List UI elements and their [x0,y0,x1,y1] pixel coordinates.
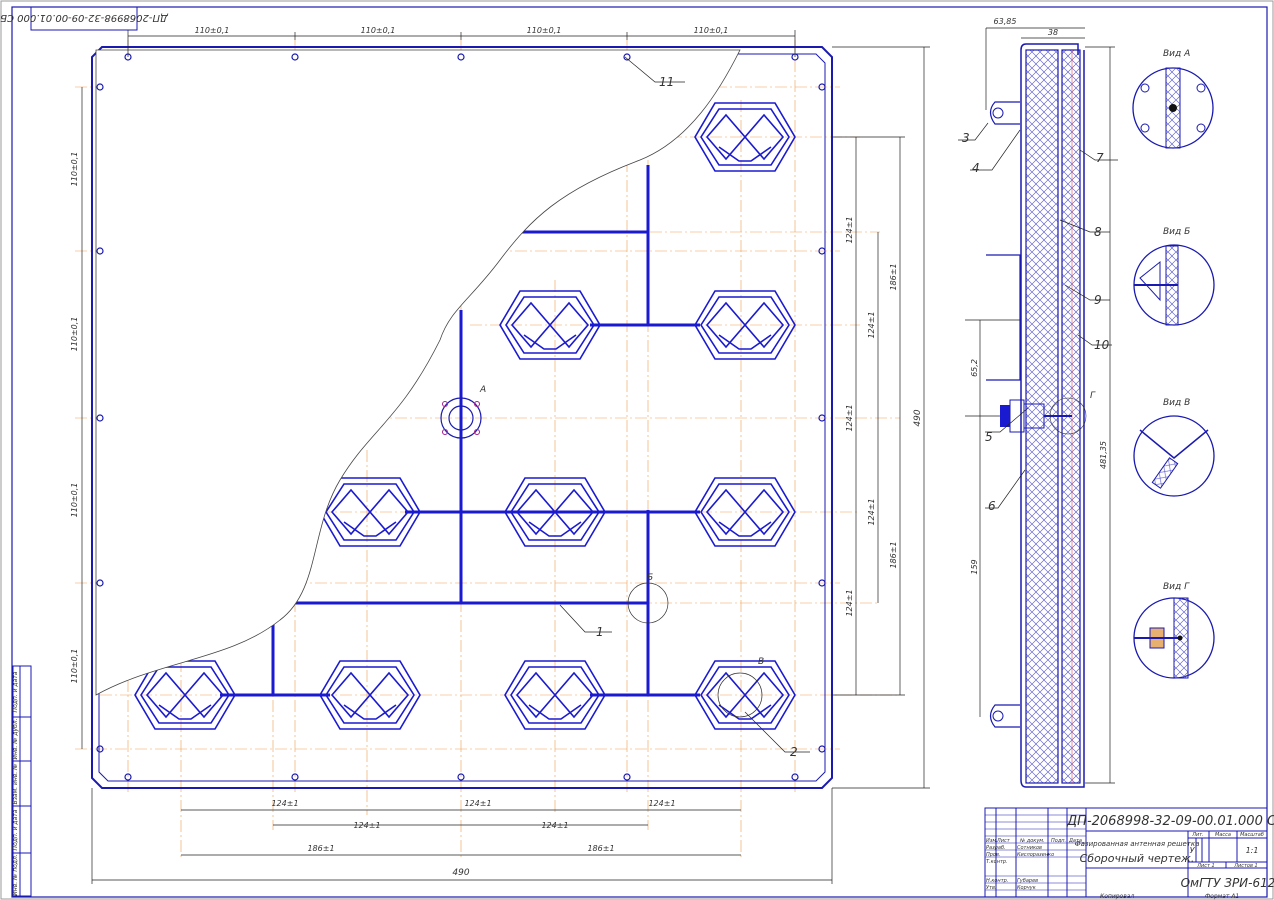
strip-sign-date-2: Подп. и дата [12,671,19,712]
tb-name-5: Корчук [1017,885,1036,891]
callout-7: 7 [1096,151,1104,165]
cover-sheet-cutaway [95,49,741,696]
callout-5: 5 [985,430,993,444]
detail-view-g: Вид Г [1133,582,1215,679]
strip-inv-dubl: Инв. № дубл. [12,718,19,759]
tb-copied: Копировал [1100,893,1134,900]
tb-doc-type: Сборочный чертеж. [1080,852,1195,865]
dim-top-110-4: 110±0,1 [694,26,729,35]
dim-bottom-124-4: 124±1 [353,821,380,830]
callout-9: 9 [1094,293,1102,307]
rotated-stamp: ДП-2068998-32-09-00.01.000 СБ [0,6,169,31]
tb-name-2: Кислоразенко [1017,852,1054,858]
callout-11: 11 [659,75,674,89]
tb-format: Формат А1 [1205,893,1239,900]
tb-hdr-scale: Масштаб [1240,832,1264,838]
tb-col-list: Лист [996,838,1011,844]
tb-role-4: Н.контр. [986,878,1008,884]
dim-left-110-3: 110±0,1 [70,483,79,518]
detail-view-a: Вид А [1132,49,1214,149]
title-block-text: ДП-2068998-32-09-00.01.000 СБ Фазированн… [986,814,1274,891]
callout-6: 6 [988,499,996,513]
strip-vzam: Взам. инв. № [12,764,19,805]
tb-hdr-mass: Масса [1215,832,1231,838]
dim-bottom-124-5: 124±1 [541,821,568,830]
callout-1: 1 [596,625,604,639]
dim-bottom-124-1: 124±1 [271,799,298,808]
tb-col-doc: № докум. [1019,838,1045,844]
dim-height-side: 481,35 [1099,441,1108,469]
dim-left-110-1: 110±0,1 [70,152,79,187]
dim-right-124-1: 124±1 [845,216,854,243]
dim-depth-body: 38 [1048,28,1058,37]
dim-bottom-490: 490 [452,868,469,878]
letter-v: В [758,657,764,667]
tb-name: Фазированная антенная решетка [1075,840,1200,848]
dim-top-110-2: 110±0,1 [361,26,396,35]
side-view: Г 63,85 38 481,35 65,2 159 3 4 5 6 7 8 9… [958,17,1118,788]
view-b-label: Вид Б [1163,227,1190,237]
dim-bottom-186-1: 186±1 [307,844,334,853]
dim-right-124-2: 124±1 [867,311,876,338]
tb-col-sign: Подп. [1051,838,1066,844]
tb-hdr-lit: Лит. [1191,832,1204,838]
dim-bottom-124-3: 124±1 [648,799,675,808]
left-strip: Инв. № подл. Подп. и дата Взам. инв. № И… [12,665,32,897]
letter-a: А [479,385,486,395]
dim-right-124-5: 124±1 [845,589,854,616]
tb-org: ОмГТУ ЗРИ-612 [1181,876,1274,890]
tb-designation: ДП-2068998-32-09-00.01.000 СБ [1066,814,1274,829]
tb-col-date: Дата [1068,838,1082,844]
dim-bottom-124-2: 124±1 [464,799,491,808]
dim-left-110-4: 110±0,1 [70,649,79,684]
dim-offset-65: 65,2 [970,359,979,377]
view-v-label: Вид В [1163,398,1190,408]
tb-role-3: Т.контр. [986,859,1008,865]
detail-view-b: Вид Б [1133,227,1215,326]
front-view: А Б В 1 2 11 110±0,1 110±0,1 110±0,1 110… [70,26,930,884]
tb-sheets: Листов 1 [1233,863,1257,869]
callout-8: 8 [1094,225,1102,239]
tb-role-5: Утв. [986,885,997,891]
callout-10: 10 [1094,338,1110,352]
callout-3: 3 [962,131,970,145]
tb-name-1: Сотников [1017,845,1042,851]
strip-inv-podl: Инв. № подл. [12,854,19,895]
dim-right-490: 490 [913,409,923,426]
dim-depth-total: 63,85 [994,17,1017,26]
tb-name-4: Губарев [1017,878,1038,884]
letter-b: Б [647,573,653,583]
tb-sheet: Лист 1 [1196,863,1214,869]
callout-2: 2 [790,745,798,759]
dim-right-186-2: 186±1 [889,541,898,568]
dim-right-124-3: 124±1 [845,404,854,431]
rotated-stamp-text: ДП-2068998-32-09-00.01.000 СБ [0,12,169,23]
tb-role-2: Пров. [986,852,1001,858]
tb-scale: 1:1 [1246,846,1259,855]
dim-bottom-186-2: 186±1 [587,844,614,853]
strip-sign-date: Подп. и дата [12,809,19,850]
tb-col-izm: Изм. [986,838,998,844]
dim-right-186-1: 186±1 [889,263,898,290]
view-a-label: Вид А [1163,49,1190,59]
assembly-drawing: ДП-2068998-32-09-00.01.000 СБ Инв. № под… [0,0,1274,900]
dim-right-124-4: 124±1 [867,498,876,525]
tb-role-1: Разраб. [986,845,1006,851]
letter-g: Г [1090,391,1096,401]
dim-left-110-2: 110±0,1 [70,317,79,352]
dim-top-110-1: 110±0,1 [195,26,230,35]
dim-offset-159: 159 [970,559,979,574]
detail-view-v: Вид В [1133,398,1215,497]
callout-4: 4 [972,161,980,175]
dim-top-110-3: 110±0,1 [527,26,562,35]
view-g-label: Вид Г [1163,582,1190,592]
